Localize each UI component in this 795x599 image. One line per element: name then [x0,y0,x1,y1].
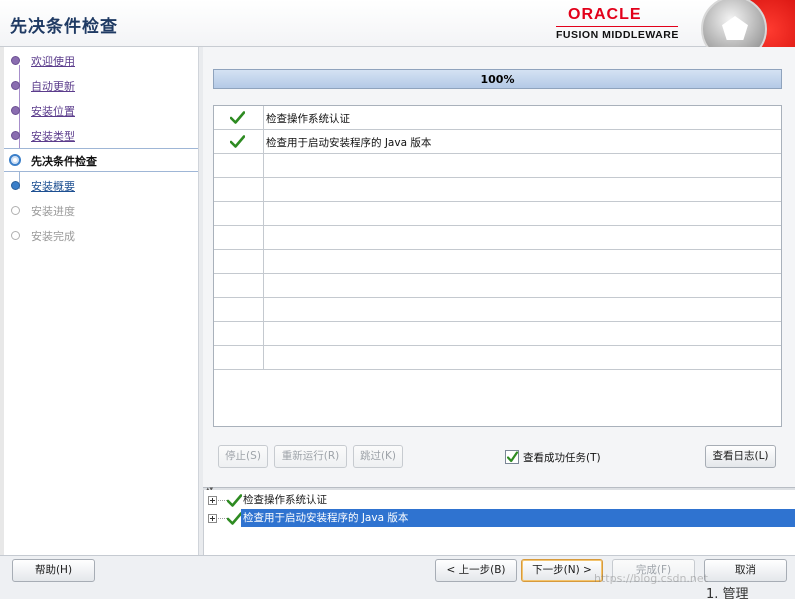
fusion-middleware-wordmark: FUSION MIDDLEWARE [556,29,679,41]
oracle-logo: ORACLE FUSION MIDDLEWARE [556,4,680,44]
back-button[interactable]: < 上一步(B) [435,559,517,582]
step-pending-icon [11,231,20,240]
table-row-empty [214,250,781,274]
table-row-empty [214,202,781,226]
checkmark-icon [507,451,518,463]
check-icon [227,494,242,507]
main-panel: 100% 检查操作系统认证 检查用于启动安装程序的 Java 版本 停止(S) … [203,47,795,487]
step-install-type[interactable]: 安装类型 [4,124,198,146]
stop-button[interactable]: 停止(S) [218,445,268,468]
tree-node-selected[interactable]: 检查用于启动安装程序的 Java 版本 [204,509,795,527]
logo-rule [556,26,678,27]
oracle-wordmark: ORACLE [568,6,642,23]
step-next-icon [11,181,20,190]
step-label: 安装进度 [31,205,75,218]
view-success-tasks-label[interactable]: 查看成功任务(T) [523,450,601,465]
step-done-icon [11,106,20,115]
check-icon [230,135,245,148]
tree-node-label: 检查操作系统认证 [243,494,327,506]
tree-node[interactable]: 检查操作系统认证 [204,491,795,509]
step-installation-complete: 安装完成 [4,224,198,246]
step-label: 安装类型 [31,130,75,143]
progress-text: 100% [480,73,515,86]
header-bar: 先决条件检查 ORACLE FUSION MIDDLEWARE [0,0,795,47]
check-icon [227,512,242,525]
table-row-empty [214,298,781,322]
help-button[interactable]: 帮助(H) [12,559,95,582]
table-row-empty [214,226,781,250]
watermark: https://blog.csdn.net [594,572,708,585]
step-installation-progress: 安装进度 [4,199,198,221]
step-auto-update[interactable]: 自动更新 [4,74,198,96]
table-row[interactable]: 检查用于启动安装程序的 Java 版本 [214,130,781,154]
step-prerequisite-checks[interactable]: 先决条件检查 [4,148,198,172]
tree-node-label: 检查用于启动安装程序的 Java 版本 [241,509,795,527]
prerequisite-table: 检查操作系统认证 检查用于启动安装程序的 Java 版本 [213,105,782,427]
next-button[interactable]: 下一步(N) > [521,559,603,582]
page-title: 先决条件检查 [10,17,118,37]
view-log-button[interactable]: 查看日志(L) [705,445,776,468]
steps-sidebar: 欢迎使用 自动更新 安装位置 安装类型 先决条件检查 安装概要 安装进度 安装完… [4,47,198,555]
step-install-location[interactable]: 安装位置 [4,99,198,121]
step-welcome[interactable]: 欢迎使用 [4,49,198,71]
check-label: 检查操作系统认证 [266,113,350,125]
step-pending-icon [11,206,20,215]
step-label: 自动更新 [31,80,75,93]
step-label: 安装概要 [31,180,75,193]
skip-button[interactable]: 跳过(K) [353,445,403,468]
step-current-icon [9,154,21,166]
expand-icon[interactable] [208,514,217,523]
check-label: 检查用于启动安装程序的 Java 版本 [266,137,432,149]
rerun-button[interactable]: 重新运行(R) [274,445,347,468]
step-done-icon [11,81,20,90]
step-done-icon [11,131,20,140]
table-row-empty [214,322,781,346]
table-row-empty [214,274,781,298]
step-label: 欢迎使用 [31,55,75,68]
check-detail-tree: 检查操作系统认证 检查用于启动安装程序的 Java 版本 [203,490,795,555]
step-label: 先决条件检查 [31,155,97,168]
background-window-text: 1. 管理 [706,587,749,599]
oracle-emblem-icon [684,0,795,47]
expand-icon[interactable] [208,496,217,505]
progress-bar: 100% [213,69,782,89]
cancel-button[interactable]: 取消 [704,559,787,582]
step-installation-summary[interactable]: 安装概要 [4,174,198,196]
table-row-empty [214,178,781,202]
table-row-empty [214,346,781,370]
step-label: 安装位置 [31,105,75,118]
table-row[interactable]: 检查操作系统认证 [214,106,781,130]
step-label: 安装完成 [31,230,75,243]
check-icon [230,111,245,124]
step-done-icon [11,56,20,65]
table-row-empty [214,154,781,178]
view-success-tasks-checkbox[interactable] [505,450,519,464]
